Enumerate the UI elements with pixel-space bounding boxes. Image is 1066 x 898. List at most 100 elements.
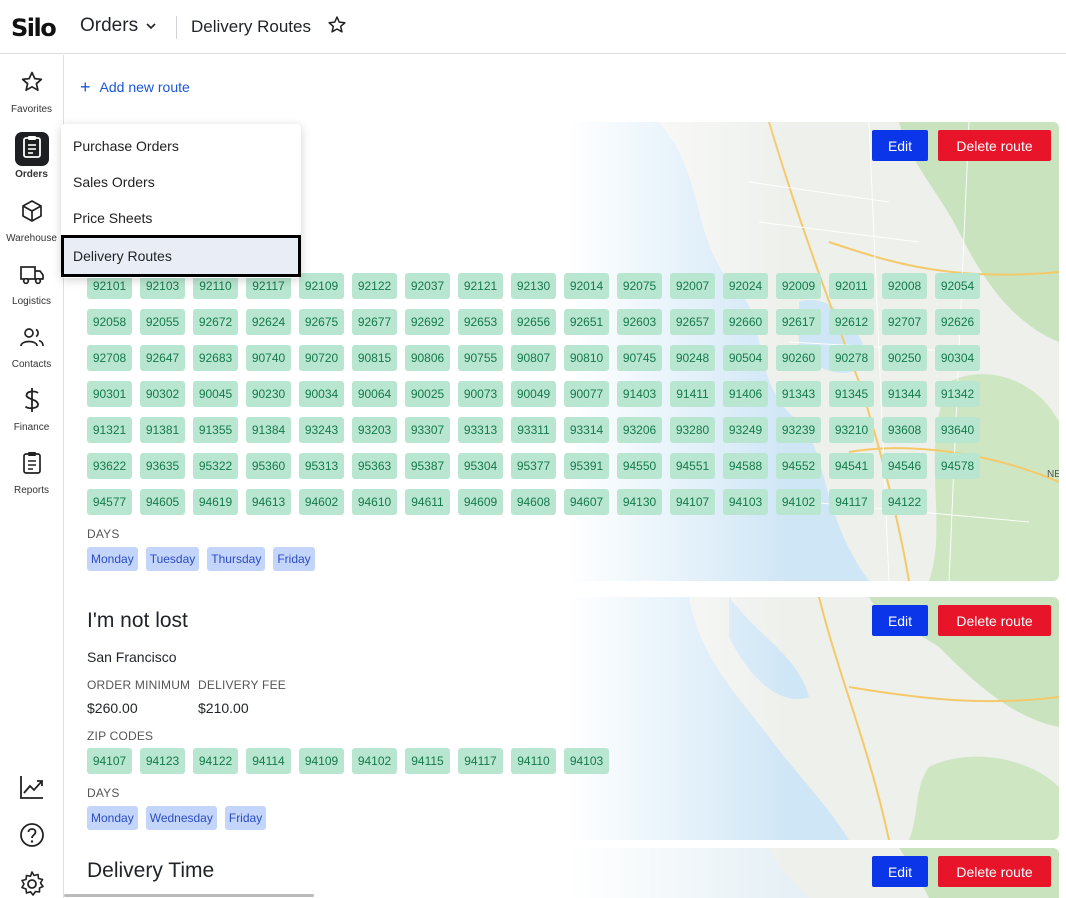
help-icon[interactable] xyxy=(18,821,46,849)
trending-chart-icon[interactable] xyxy=(18,773,46,801)
module-label: Orders xyxy=(80,15,139,36)
zip-code-chip: 93210 xyxy=(829,417,874,443)
add-new-route-label: Add new route xyxy=(99,79,190,95)
orders-dropdown-menu: Purchase Orders Sales Orders Price Sheet… xyxy=(61,124,301,278)
zip-code-chip: 95360 xyxy=(246,453,291,479)
zip-code-chip: 94611 xyxy=(405,489,450,515)
zip-code-chip: 92683 xyxy=(193,345,238,371)
zip-code-chip: 94115 xyxy=(405,748,450,774)
sidebar-item-contacts[interactable]: Contacts xyxy=(0,322,63,370)
menu-item-price-sheets[interactable]: Price Sheets xyxy=(61,200,301,236)
delete-route-button[interactable]: Delete route xyxy=(938,130,1051,161)
zip-code-chip: 92624 xyxy=(246,309,291,335)
zip-code-chip: 90302 xyxy=(140,381,185,407)
zip-code-chip: 93203 xyxy=(352,417,397,443)
add-new-route-link[interactable]: + Add new route xyxy=(80,78,190,96)
zip-code-chip: 92603 xyxy=(617,309,662,335)
zip-code-chip: 93280 xyxy=(670,417,715,443)
zip-code-chip: 94110 xyxy=(511,748,556,774)
sidebar-item-logistics[interactable]: Logistics xyxy=(0,259,63,307)
users-icon xyxy=(15,322,49,356)
zip-code-chip: 93640 xyxy=(935,417,980,443)
zip-code-chip: 90301 xyxy=(87,381,132,407)
zip-code-chip: 92708 xyxy=(87,345,132,371)
zip-code-chip: 92612 xyxy=(829,309,874,335)
zip-code-chip: 94122 xyxy=(193,748,238,774)
zip-code-chip: 94588 xyxy=(723,453,768,479)
menu-item-delivery-routes[interactable]: Delivery Routes xyxy=(61,235,301,277)
sidebar-item-label: Logistics xyxy=(12,296,51,307)
zip-code-chip: 91411 xyxy=(670,381,715,407)
zip-code-chip: 90810 xyxy=(564,345,609,371)
zip-code-chip: 92009 xyxy=(776,273,821,299)
zip-code-chip: 94609 xyxy=(458,489,503,515)
delete-route-button[interactable]: Delete route xyxy=(938,856,1051,887)
zip-code-chip: 92011 xyxy=(829,273,874,299)
menu-item-sales-orders[interactable]: Sales Orders xyxy=(61,164,301,200)
zip-code-chip: 94117 xyxy=(829,489,874,515)
day-chip: Monday xyxy=(87,806,138,830)
zip-code-chip: 94550 xyxy=(617,453,662,479)
zip-code-chip: 90248 xyxy=(670,345,715,371)
zip-code-chip: 95387 xyxy=(405,453,450,479)
zip-code-chip: 90504 xyxy=(723,345,768,371)
zip-code-chip: 90064 xyxy=(352,381,397,407)
edit-button[interactable]: Edit xyxy=(872,130,928,161)
sidebar-item-label: Favorites xyxy=(10,104,53,115)
zip-code-chip: 90740 xyxy=(246,345,291,371)
zip-code-chip: 95391 xyxy=(564,453,609,479)
days-list: Monday Tuesday Thursday Friday xyxy=(87,547,315,571)
zip-code-chip: 90034 xyxy=(299,381,344,407)
menu-item-purchase-orders[interactable]: Purchase Orders xyxy=(61,128,301,164)
edit-button[interactable]: Edit xyxy=(872,605,928,636)
sidebar-item-favorites[interactable]: Favorites xyxy=(0,67,63,115)
zip-code-chip: 95304 xyxy=(458,453,503,479)
edit-button[interactable]: Edit xyxy=(872,856,928,887)
report-icon xyxy=(15,448,49,482)
sidebar-item-finance[interactable]: Finance xyxy=(0,385,63,433)
route-name: Delivery Time xyxy=(87,859,215,882)
zip-code-chip: 93206 xyxy=(617,417,662,443)
zip-code-chip: 94602 xyxy=(299,489,344,515)
day-chip: Monday xyxy=(87,547,138,571)
zip-code-chip: 90230 xyxy=(246,381,291,407)
delete-route-button[interactable]: Delete route xyxy=(938,605,1051,636)
zip-code-chip: 94577 xyxy=(87,489,132,515)
zip-code-chip: 90278 xyxy=(829,345,874,371)
delivery-fee-value: $210.00 xyxy=(198,700,249,716)
zip-code-chip: 93635 xyxy=(140,453,185,479)
zip-code-chip: 94114 xyxy=(246,748,291,774)
zip-code-chip: 94107 xyxy=(87,748,132,774)
zip-code-chip: 92647 xyxy=(140,345,185,371)
route-card: I'm not lost San Francisco ORDER MINIMUM… xyxy=(79,597,1059,840)
zip-code-chip: 92626 xyxy=(935,309,980,335)
zip-code-chip: 94123 xyxy=(140,748,185,774)
zip-code-chip: 92121 xyxy=(458,273,503,299)
favorite-star-icon[interactable] xyxy=(327,15,347,35)
delivery-fee-label: DELIVERY FEE xyxy=(198,678,286,692)
zip-code-chip: 94608 xyxy=(511,489,556,515)
truck-icon xyxy=(15,259,49,293)
horizontal-scrollbar[interactable] xyxy=(64,894,314,897)
zip-code-chip: 92024 xyxy=(723,273,768,299)
silo-logo[interactable]: Silo xyxy=(11,14,57,42)
sidebar-item-label: Contacts xyxy=(11,359,52,370)
day-chip: Wednesday xyxy=(145,806,217,830)
order-minimum-value: $260.00 xyxy=(87,700,138,716)
box-icon xyxy=(15,196,49,230)
module-switcher[interactable]: Orders xyxy=(80,15,156,37)
zip-code-chip: 95363 xyxy=(352,453,397,479)
sidebar-item-orders[interactable]: Orders xyxy=(0,132,63,180)
settings-gear-icon[interactable] xyxy=(18,870,46,898)
zip-code-chip: 94578 xyxy=(935,453,980,479)
zip-code-chip: 91384 xyxy=(246,417,291,443)
sidebar-item-reports[interactable]: Reports xyxy=(0,448,63,496)
sidebar-item-warehouse[interactable]: Warehouse xyxy=(0,196,63,244)
zip-code-chip: 91343 xyxy=(776,381,821,407)
map-label: NEGI xyxy=(1047,469,1059,480)
zip-code-chip: 91355 xyxy=(193,417,238,443)
zip-code-chip: 90049 xyxy=(511,381,556,407)
zip-code-chip: 90815 xyxy=(352,345,397,371)
zip-code-chip: 94605 xyxy=(140,489,185,515)
sidebar-item-label: Orders xyxy=(15,169,48,180)
